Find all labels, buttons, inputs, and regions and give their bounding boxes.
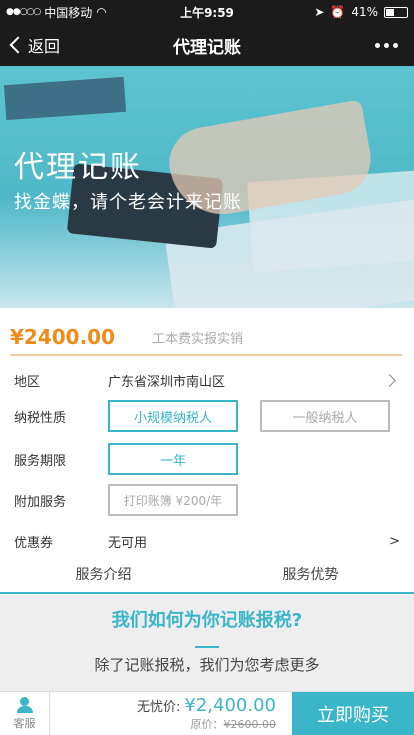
- wifi-icon: ◠: [96, 5, 107, 19]
- status-time: 上午9:59: [180, 5, 234, 20]
- customer-service-button[interactable]: 客服: [0, 692, 50, 735]
- tax-label: 纳税性质: [14, 410, 67, 426]
- coupon-value: 无可用: [108, 535, 148, 551]
- original-price-value: ¥2600.00: [223, 718, 277, 731]
- signal-icon: ●●○○○: [6, 7, 41, 17]
- more-menu-button[interactable]: [375, 42, 398, 48]
- hero-subheading: 找金蝶，请个老会计来记账: [14, 192, 242, 213]
- region-label: 地区: [14, 374, 41, 390]
- tax-row: 纳税性质 小规模纳税人 一般纳税人: [14, 400, 404, 432]
- tax-option-small[interactable]: 小规模纳税人: [108, 400, 238, 432]
- region-value: 广东省深圳市南山区: [108, 374, 226, 390]
- back-button[interactable]: 返回: [9, 33, 61, 57]
- customer-service-icon: [16, 697, 33, 713]
- price-summary: 无忧价: ¥2,400.00 原价：¥2600.00: [50, 692, 292, 735]
- price-label: 无忧价:: [137, 700, 181, 715]
- divider: [195, 646, 219, 648]
- intro-question: 我们如何为你记账报税?: [111, 610, 303, 631]
- intro-section: 我们如何为你记账报税? 除了记账报税，我们为您考虑更多: [0, 594, 414, 694]
- term-label: 服务期限: [14, 453, 67, 469]
- original-price-label: 原价：: [190, 718, 224, 731]
- hero-heading: 代理记账: [14, 150, 142, 185]
- bottom-bar: 客服 无忧价: ¥2,400.00 原价：¥2600.00 立即购买: [0, 691, 414, 735]
- page-title: 代理记账: [173, 37, 241, 58]
- price-row: ¥2400.00 工本费实报实销: [10, 320, 402, 356]
- price-amount: ¥2400.00: [10, 325, 116, 349]
- back-label: 返回: [28, 37, 61, 56]
- hero-banner: 代理记账 找金蝶，请个老会计来记账: [0, 66, 414, 308]
- alarm-icon: ⏰: [330, 5, 346, 19]
- more-dot-icon: [375, 42, 380, 48]
- chevron-right-icon: [383, 373, 396, 387]
- banner-book-shape: [3, 76, 127, 121]
- tab-service-advantages[interactable]: 服务优势: [207, 556, 414, 592]
- more-dot-icon: [393, 42, 398, 48]
- status-bar: ●●○○○ 中国移动 ◠ 上午9:59 ➤ ⏰ 41%: [0, 0, 414, 24]
- coupon-row[interactable]: 优惠券 无可用 >: [14, 530, 404, 552]
- tax-option-general[interactable]: 一般纳税人: [260, 400, 390, 432]
- coupon-arrow: >: [389, 533, 400, 549]
- carrier-name: 中国移动: [44, 5, 93, 20]
- tab-service-intro[interactable]: 服务介绍: [0, 556, 207, 592]
- location-icon: ➤: [314, 5, 325, 19]
- tab-bar: 服务介绍 服务优势: [0, 556, 414, 594]
- intro-description: 除了记账报税，我们为您考虑更多: [94, 656, 320, 674]
- addon-option-print[interactable]: 打印账簿 ¥200/年: [108, 484, 238, 516]
- region-row[interactable]: 地区 广东省深圳市南山区: [14, 366, 404, 394]
- more-dot-icon: [384, 42, 389, 48]
- term-row: 服务期限 一年: [14, 443, 404, 475]
- price-value: ¥2,400.00: [184, 695, 276, 716]
- coupon-label: 优惠券: [14, 535, 54, 551]
- battery-percent: 41%: [351, 5, 378, 19]
- addon-row: 附加服务 打印账簿 ¥200/年: [14, 484, 404, 516]
- chevron-left-icon: [9, 36, 27, 54]
- customer-service-label: 客服: [13, 717, 36, 730]
- buy-now-button[interactable]: 立即购买: [292, 692, 414, 735]
- top-bar: ●●○○○ 中国移动 ◠ 上午9:59 ➤ ⏰ 41% 返回 代理记账: [0, 0, 414, 66]
- term-option-one-year[interactable]: 一年: [108, 443, 238, 475]
- nav-bar: 返回 代理记账: [0, 24, 414, 66]
- addon-label: 附加服务: [14, 494, 67, 510]
- price-note: 工本费实报实销: [152, 331, 244, 347]
- battery-icon: [384, 6, 408, 18]
